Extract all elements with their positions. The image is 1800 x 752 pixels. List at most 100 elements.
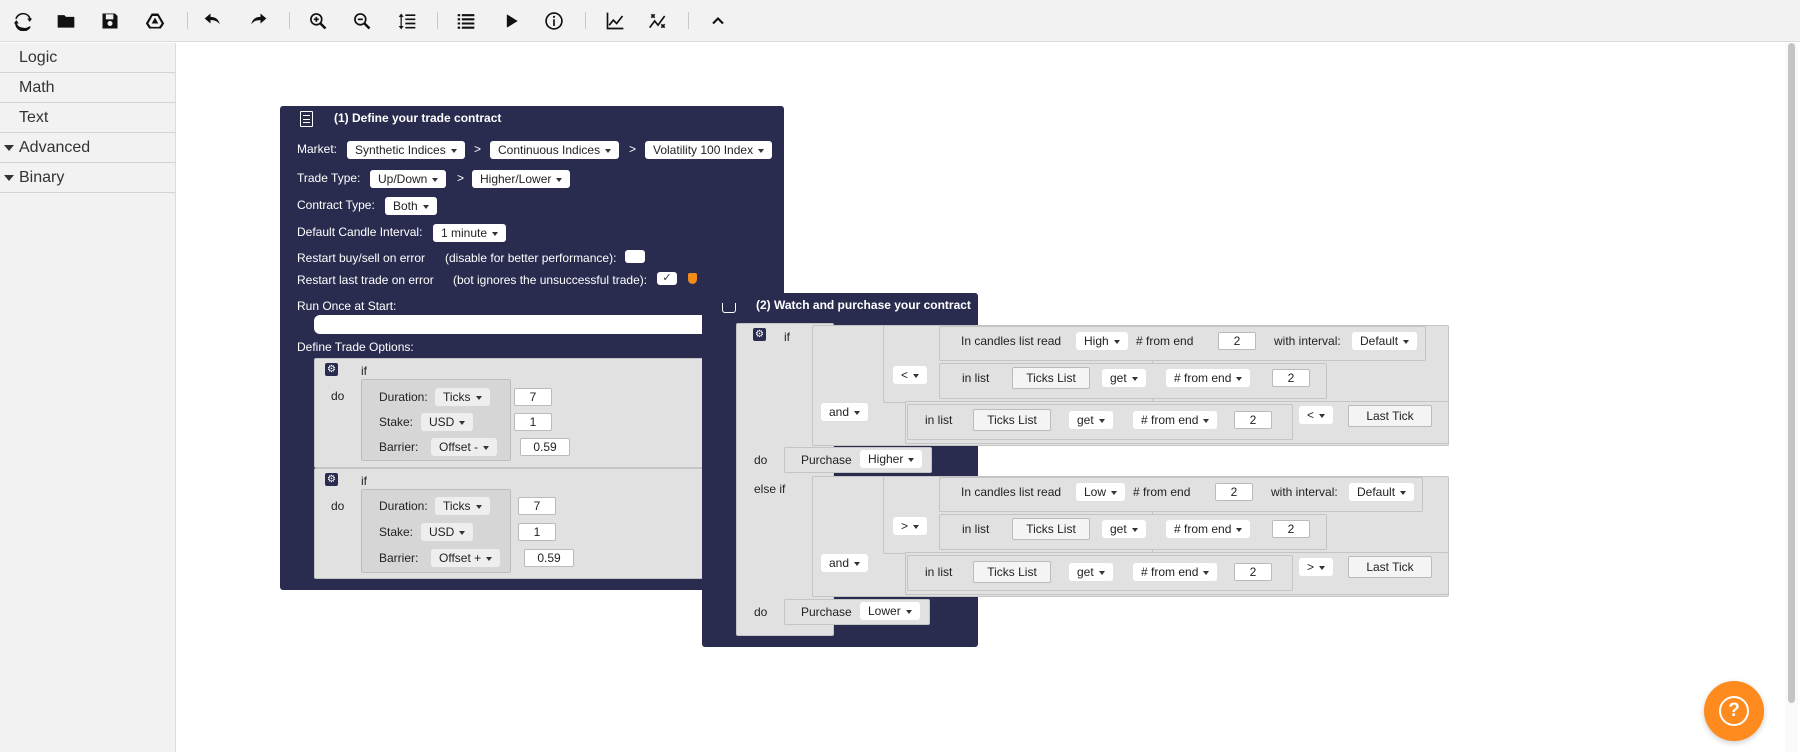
stake-input[interactable]: 1 xyxy=(514,413,552,431)
vertical-scrollbar[interactable] xyxy=(1785,43,1798,752)
operator-dropdown[interactable]: > xyxy=(1299,558,1334,576)
reset-icon[interactable] xyxy=(10,8,36,34)
restart-error-label: Restart buy/sell on error xyxy=(297,251,426,265)
barrier-input[interactable]: 0.59 xyxy=(524,549,574,567)
last-tick-block[interactable]: Last Tick xyxy=(1348,556,1432,578)
if-label: if xyxy=(361,364,367,378)
in-list-label: in list xyxy=(962,371,990,385)
position-dropdown[interactable]: # from end xyxy=(1133,563,1218,581)
chart-icon[interactable] xyxy=(602,8,628,34)
submarket-dropdown[interactable]: Continuous Indices xyxy=(490,141,620,159)
warning-icon[interactable] xyxy=(688,273,697,284)
get-dropdown[interactable]: get xyxy=(1069,563,1113,581)
barrier-label: Barrier: xyxy=(379,551,419,565)
ticks-list-variable[interactable]: Ticks List xyxy=(973,561,1051,583)
undo-icon[interactable] xyxy=(200,8,226,34)
market-dropdown[interactable]: Synthetic Indices xyxy=(347,141,465,159)
last-tick-block[interactable]: Last Tick xyxy=(1348,405,1432,427)
separator: > xyxy=(474,142,482,156)
index-input[interactable]: 2 xyxy=(1234,411,1272,429)
rearrange-icon[interactable] xyxy=(394,8,420,34)
market-label: Market: xyxy=(297,142,338,156)
duration-input[interactable]: 7 xyxy=(518,497,556,515)
barrier-type-dropdown[interactable]: Offset + xyxy=(431,549,501,567)
get-dropdown[interactable]: get xyxy=(1102,369,1146,387)
zoom-out-icon[interactable] xyxy=(349,8,375,34)
stake-input[interactable]: 1 xyxy=(518,523,556,541)
category-logic[interactable]: Logic xyxy=(0,43,175,73)
purchase-type-dropdown[interactable]: Lower xyxy=(860,602,920,620)
basket-icon xyxy=(722,303,736,313)
index-input[interactable]: 2 xyxy=(1234,563,1272,581)
duration-unit-dropdown[interactable]: Ticks xyxy=(435,388,490,406)
restart-error-checkbox[interactable] xyxy=(625,250,645,263)
google-drive-icon[interactable] xyxy=(142,8,168,34)
symbol-dropdown[interactable]: Volatility 100 Index xyxy=(645,141,773,159)
in-list-label: in list xyxy=(925,413,953,427)
operator-dropdown[interactable]: > xyxy=(893,517,928,535)
position-dropdown[interactable]: # from end xyxy=(1166,369,1251,387)
help-button[interactable]: ? xyxy=(1704,681,1764,741)
info-icon[interactable] xyxy=(541,8,567,34)
category-text[interactable]: Text xyxy=(0,103,175,133)
index-input[interactable]: 2 xyxy=(1272,369,1310,387)
run-icon[interactable] xyxy=(498,8,524,34)
index-input[interactable]: 2 xyxy=(1272,520,1310,538)
operator-dropdown[interactable]: < xyxy=(893,366,928,384)
and-dropdown[interactable]: and xyxy=(821,403,869,421)
duration-unit-dropdown[interactable]: Ticks xyxy=(435,497,490,515)
purchase-label: Purchase xyxy=(801,453,852,467)
redo-icon[interactable] xyxy=(245,8,271,34)
candle-field-dropdown[interactable]: Low xyxy=(1076,483,1126,501)
get-dropdown[interactable]: get xyxy=(1102,520,1146,538)
separator: > xyxy=(457,171,465,185)
purchase-type-dropdown[interactable]: Higher xyxy=(860,450,923,468)
restart-last-checkbox[interactable]: ✓ xyxy=(657,272,677,285)
trade-category-dropdown[interactable]: Up/Down xyxy=(370,170,447,188)
interval-dropdown[interactable]: Default xyxy=(1349,483,1415,501)
ticks-list-variable[interactable]: Ticks List xyxy=(973,409,1051,431)
collapse-icon[interactable] xyxy=(705,8,731,34)
contract-type-dropdown[interactable]: Both xyxy=(385,197,437,215)
category-advanced[interactable]: Advanced xyxy=(0,133,175,163)
trade-options-label: Define Trade Options: xyxy=(297,340,414,354)
category-binary[interactable]: Binary xyxy=(0,163,175,193)
do-label: do xyxy=(754,605,768,619)
trade-type-dropdown[interactable]: Higher/Lower xyxy=(472,170,571,188)
else-if-label: else if xyxy=(754,482,786,496)
duration-input[interactable]: 7 xyxy=(514,388,552,406)
and-dropdown[interactable]: and xyxy=(821,554,869,572)
save-icon[interactable] xyxy=(97,8,123,34)
position-dropdown[interactable]: # from end xyxy=(1166,520,1251,538)
zoom-in-icon[interactable] xyxy=(305,8,331,34)
currency-dropdown[interactable]: USD xyxy=(421,413,474,431)
index-input[interactable]: 2 xyxy=(1218,332,1256,350)
candles-label: In candles list read xyxy=(961,334,1062,348)
trading-view-icon[interactable] xyxy=(645,8,671,34)
barrier-type-dropdown[interactable]: Offset - xyxy=(431,438,498,456)
if-label: if xyxy=(361,474,367,488)
index-input[interactable]: 2 xyxy=(1215,483,1253,501)
category-math[interactable]: Math xyxy=(0,73,175,103)
ticks-list-variable[interactable]: Ticks List xyxy=(1012,367,1090,389)
toolbox-sidebar: Logic Math Text Advanced Binary xyxy=(0,43,176,752)
barrier-input[interactable]: 0.59 xyxy=(520,438,570,456)
do-label: do xyxy=(331,389,345,403)
separator: > xyxy=(629,142,637,156)
ticks-list-variable[interactable]: Ticks List xyxy=(1012,518,1090,540)
interval-dropdown[interactable]: Default xyxy=(1352,332,1418,350)
load-icon[interactable] xyxy=(53,8,79,34)
summary-icon[interactable] xyxy=(453,8,479,34)
gear-icon[interactable]: ⚙ xyxy=(325,363,338,376)
candle-field-dropdown[interactable]: High xyxy=(1076,332,1128,350)
operator-dropdown[interactable]: < xyxy=(1299,406,1334,424)
currency-dropdown[interactable]: USD xyxy=(421,523,474,541)
block-title: (1) Define your trade contract xyxy=(334,111,502,125)
position-dropdown[interactable]: # from end xyxy=(1133,411,1218,429)
gear-icon[interactable]: ⚙ xyxy=(325,473,338,486)
gear-icon[interactable]: ⚙ xyxy=(753,328,766,341)
in-list-label: in list xyxy=(962,522,990,536)
get-dropdown[interactable]: get xyxy=(1069,411,1113,429)
candle-interval-dropdown[interactable]: 1 minute xyxy=(433,224,507,242)
run-once-statement-slot[interactable] xyxy=(314,315,754,334)
